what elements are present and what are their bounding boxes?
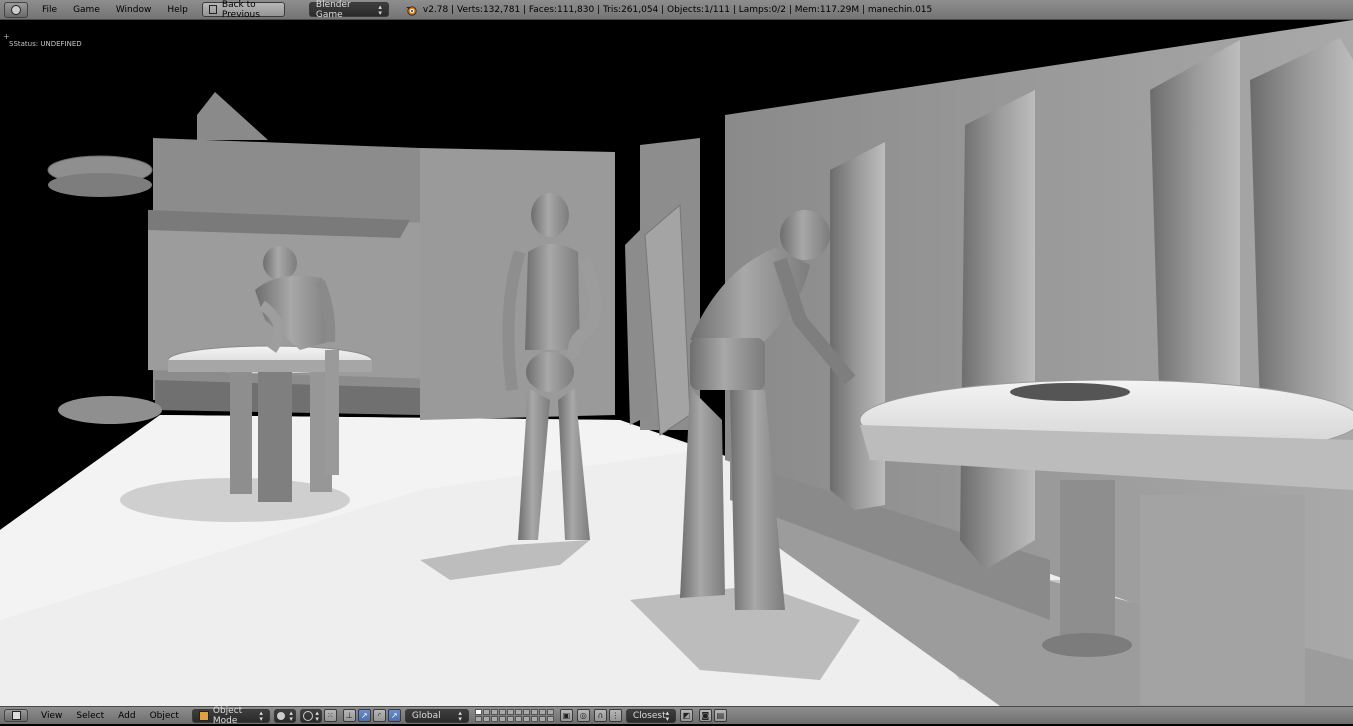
updown-arrows-icon: ▴ ▾ [259,708,263,723]
menu-help[interactable]: Help [159,5,196,15]
layer-toggle[interactable] [522,709,530,715]
back-to-previous-label: Back to Previous [221,0,260,20]
layer-toggle[interactable] [474,716,482,722]
pivot-icon [302,710,313,721]
film-icon: ▤ [716,711,725,720]
object-mode-icon [198,710,209,721]
transform-orientation-dropdown[interactable]: Global ▴ ▾ [404,708,469,723]
screen-back-icon [208,5,217,14]
scale-manipulator-button[interactable]: ↗ [387,709,401,722]
menu-add[interactable]: Add [111,711,142,721]
snap-target-value: Closest [632,710,666,721]
layer-toggle[interactable] [538,709,546,715]
pivot-dropdown[interactable]: ▴ ▾ [299,708,322,723]
updown-arrows-icon: ▴ ▾ [289,708,293,723]
menu-select[interactable]: Select [69,711,111,721]
layer-toggle[interactable] [474,709,482,715]
3d-view-icon [11,711,21,720]
render-engine-value: Blender Game [315,0,351,20]
table-right-hole [1010,383,1130,401]
layer-toggle[interactable] [506,709,514,715]
proportional-icon: ◎ [579,711,587,720]
layer-toggle[interactable] [538,716,546,722]
updown-arrows-icon: ▴ ▾ [458,708,462,723]
snap-target-dropdown[interactable]: Closest ▴ ▾ [625,708,676,723]
ring-upper-under [48,173,152,197]
viewport-scene [0,20,1353,706]
magnet-icon: ∩ [597,711,604,720]
updown-arrows-icon: ▴ ▾ [665,708,670,723]
layer-toggle[interactable] [482,709,490,715]
pivot-point-align-button[interactable]: ⁙ [323,709,337,722]
rotate-manipulator-button[interactable]: ◜ [372,709,386,722]
menu-window[interactable]: Window [108,5,160,15]
layer-toggle[interactable] [482,716,490,722]
info-header: File Game Window Help Back to Previous B… [0,0,1353,20]
back-to-previous-button[interactable]: Back to Previous [201,0,285,20]
layer-grid[interactable] [474,709,554,722]
table-right-column [1060,480,1115,645]
3d-viewport[interactable]: + SStatus: UNDEFINED [0,20,1353,706]
lock-icon: ▣ [562,711,571,720]
layer-toggle[interactable] [490,709,498,715]
shading-dropdown[interactable]: ▴ ▾ [273,708,296,723]
render-animation-button[interactable]: ▤ [713,709,727,722]
viewport-header: View Select Add Object Object Mode ▴ ▾ ▴ ▾… [0,705,1353,726]
align-icon: ◩ [682,711,691,720]
layer-toggle[interactable] [498,709,506,715]
manipulator-toggle-button[interactable]: ⊥ [342,709,356,722]
scene-statistics: v2.78 | Verts:132,781 | Faces:111,830 | … [422,4,933,15]
ring-lower [58,396,162,424]
interaction-mode-value: Object Mode [212,705,243,726]
wall-panel-3 [1150,40,1240,420]
table-left-rim [168,360,372,372]
layer-toggle[interactable] [530,709,538,715]
menu-file[interactable]: File [34,5,65,15]
arrow-icon: ↗ [361,711,368,720]
status-text: SStatus: UNDEFINED [9,40,82,48]
layer-toggle[interactable] [522,716,530,722]
transform-orientation-value: Global [411,710,441,721]
layer-toggle[interactable] [498,716,506,722]
dots-icon: ⁙ [327,711,334,720]
rotate-icon: ◜ [377,711,381,720]
translate-manipulator-button[interactable]: ↗ [357,709,371,722]
layer-toggle[interactable] [546,709,554,715]
lock-layers-button[interactable]: ▣ [559,709,573,722]
table-left-column [258,372,292,502]
table-right-foot [1042,633,1132,657]
updown-arrows-icon: ▴ ▾ [378,2,382,17]
roof-fin [197,92,268,140]
snap-grid-icon: ⋮ [611,711,620,720]
wall-panel-2 [960,90,1035,570]
camera-icon: ◙ [701,711,710,720]
menu-game[interactable]: Game [65,5,108,15]
layer-toggle[interactable] [506,716,514,722]
layer-toggle[interactable] [490,716,498,722]
blender-logo-icon [405,4,417,16]
menu-view[interactable]: View [34,711,69,721]
info-icon [11,4,21,15]
layer-toggle[interactable] [514,709,522,715]
layer-toggle[interactable] [546,716,554,722]
layer-toggle[interactable] [530,716,538,722]
proportional-edit-button[interactable]: ◎ [576,709,590,722]
wall-panel-4 [1250,38,1353,410]
snap-element-button[interactable]: ⋮ [608,709,622,722]
snap-toggle-button[interactable]: ∩ [593,709,607,722]
render-opengl-button[interactable]: ◙ [698,709,712,722]
table-right-base [1140,495,1305,705]
layer-toggle[interactable] [514,716,522,722]
shading-sphere-icon [276,711,285,720]
menu-object[interactable]: Object [143,711,186,721]
scale-icon: ↗ [391,711,398,720]
manipulator-icon: ⊥ [345,711,353,720]
editor-type-3d-button[interactable] [4,709,28,722]
table-left-leg-1 [230,372,252,494]
render-engine-dropdown[interactable]: Blender Game ▴ ▾ [308,0,389,20]
snap-align-rotation-button[interactable]: ◩ [679,709,693,722]
interaction-mode-dropdown[interactable]: Object Mode ▴ ▾ [191,705,270,726]
updown-arrows-icon: ▴ ▾ [315,708,319,723]
editor-type-button[interactable] [4,1,28,18]
